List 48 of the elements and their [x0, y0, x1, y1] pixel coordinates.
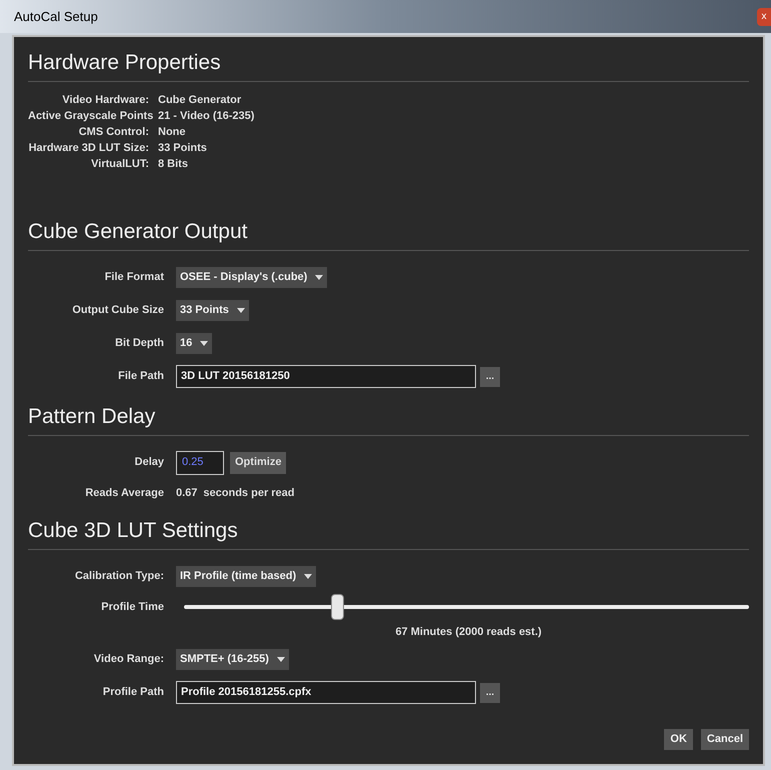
section-heading: Hardware Properties: [28, 51, 221, 74]
property-label: VirtualLUT:: [91, 158, 149, 170]
field-label: Delay: [134, 456, 164, 468]
delay-field[interactable]: 0.25: [176, 450, 224, 474]
section-heading: Cube 3D LUT Settings: [28, 519, 238, 542]
slider-thumb[interactable]: [330, 594, 344, 620]
property-value: None: [158, 124, 186, 140]
dropdown[interactable]: 16: [176, 333, 212, 354]
field-label: Output Cube Size: [72, 304, 164, 316]
section-heading: Pattern Delay: [28, 405, 156, 428]
browse-button[interactable]: ...: [480, 366, 500, 386]
window-title: AutoCal Setup: [14, 8, 98, 26]
caret-icon: [236, 308, 245, 313]
close-button[interactable]: x: [757, 8, 771, 26]
property-label: CMS Control:: [78, 126, 149, 138]
property-label: Hardware 3D LUT Size:: [28, 142, 149, 154]
browse-button[interactable]: ...: [480, 682, 500, 702]
dropdown[interactable]: SMPTE+ (16-255): [176, 649, 289, 670]
dialog-button[interactable]: OK: [664, 729, 693, 750]
dropdown[interactable]: OSEE - Display's (.cube): [176, 267, 328, 288]
field-label: Profile Path: [102, 686, 164, 698]
dialog-button[interactable]: Cancel: [700, 729, 749, 750]
property-value: 21 - Video (16-235): [158, 108, 254, 124]
reads-value: 0.67: [176, 486, 198, 501]
property-value: 33 Points: [158, 140, 207, 156]
field-label: Calibration Type:: [74, 570, 164, 582]
dropdown[interactable]: 33 Points: [176, 300, 249, 321]
field-label: Bit Depth: [115, 337, 164, 350]
caret-icon: [276, 657, 285, 662]
dropdown[interactable]: IR Profile (time based): [176, 566, 316, 587]
section-heading: Cube Generator Output: [28, 220, 248, 243]
reads-unit: seconds per read: [203, 486, 295, 501]
field-label: Video Range:: [94, 653, 164, 666]
profile-time-reading: 67 Minutes (2000 reads est.): [395, 624, 542, 640]
caret-icon: [200, 341, 208, 346]
path-field[interactable]: 3D LUT 20156181250: [176, 365, 476, 388]
property-label: Active Grayscale Points: [28, 110, 154, 122]
field-label: File Path: [118, 370, 164, 382]
path-field[interactable]: Profile 20156181255.cpfx: [176, 681, 476, 704]
field-label: File Format: [104, 271, 164, 284]
caret-icon: [304, 574, 312, 579]
property-value: 8 Bits: [158, 156, 188, 172]
optimize-button[interactable]: Optimize: [230, 452, 286, 474]
field-label: Profile Time: [101, 600, 164, 613]
field-label: Reads Average: [85, 486, 164, 499]
caret-icon: [315, 275, 324, 280]
property-label: Video Hardware:: [62, 94, 149, 106]
property-value: Cube Generator: [158, 92, 242, 108]
